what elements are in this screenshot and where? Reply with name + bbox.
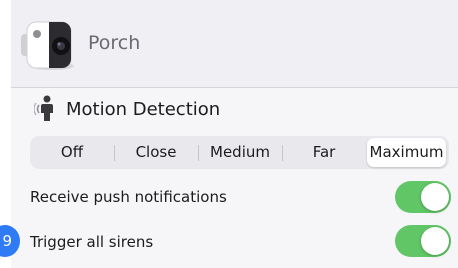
- segment-medium[interactable]: Medium: [198, 136, 282, 169]
- push-notifications-label: Receive push notifications: [30, 188, 227, 206]
- push-notifications-toggle[interactable]: [395, 181, 451, 213]
- segment-far[interactable]: Far: [282, 136, 366, 169]
- segment-close[interactable]: Close: [114, 136, 198, 169]
- segment-maximum[interactable]: Maximum: [367, 136, 446, 169]
- toggle-knob: [421, 227, 449, 255]
- motion-person-icon: [34, 95, 53, 121]
- device-title: Porch: [88, 32, 141, 54]
- sensitivity-segmented-control[interactable]: Off Close Medium Far Maximum: [30, 136, 449, 169]
- motion-detection-section: Motion Detection Off Close Medium Far Ma…: [11, 88, 458, 268]
- trigger-sirens-toggle[interactable]: [395, 225, 451, 257]
- trigger-sirens-label: Trigger all sirens: [30, 233, 154, 251]
- device-header: Porch: [11, 0, 458, 88]
- segment-off[interactable]: Off: [30, 136, 114, 169]
- toggle-knob: [421, 183, 449, 211]
- security-camera-icon: [21, 21, 74, 70]
- motion-detection-title: Motion Detection: [66, 99, 221, 120]
